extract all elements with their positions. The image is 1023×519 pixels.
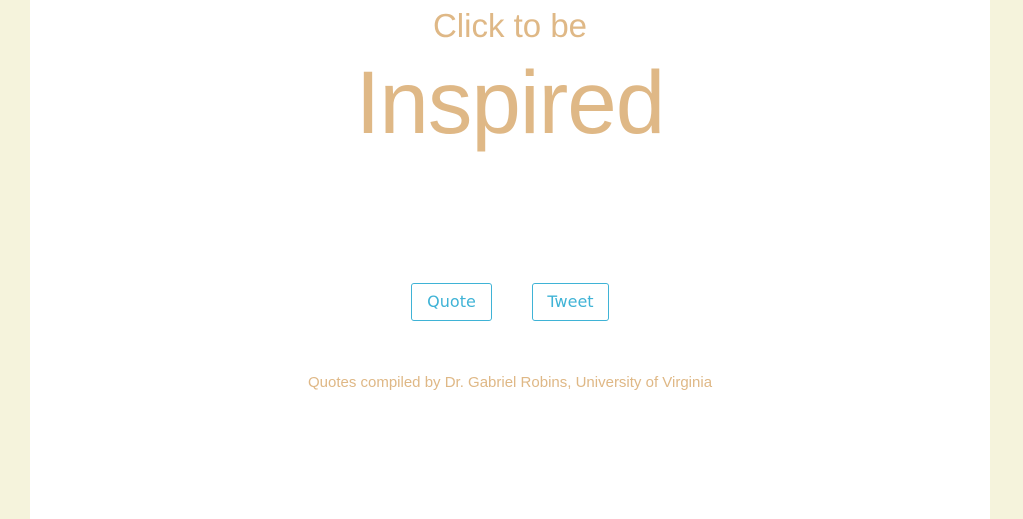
- quote-button[interactable]: Quote: [411, 283, 492, 321]
- credit-text: Quotes compiled by Dr. Gabriel Robins, U…: [307, 374, 713, 391]
- page-subtitle: Click to be: [432, 7, 588, 44]
- main-panel: Click to be Inspired Quote Tweet Quotes …: [30, 0, 990, 519]
- page-title: Inspired: [355, 52, 666, 152]
- tweet-button[interactable]: Tweet: [532, 283, 609, 321]
